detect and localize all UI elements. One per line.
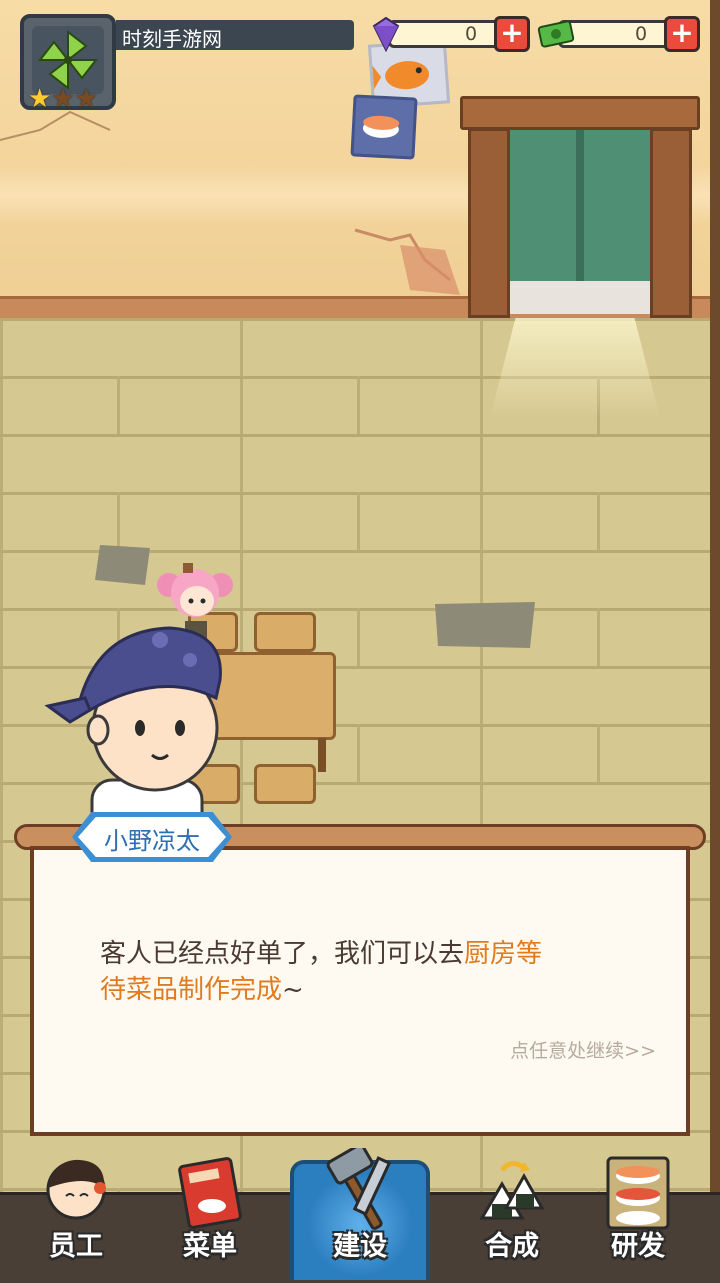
nav-label: 员工 [49,1231,103,1262]
noren-curtain [510,130,650,300]
continue-hint[interactable]: 点任意处继续>> [480,1036,656,1063]
nav-label: 菜单 [183,1231,237,1262]
wave-pattern [34,1002,334,1132]
star-icon: ★ [28,84,52,114]
nav-merge[interactable]: 合成 [452,1148,572,1280]
add-cash-button[interactable]: + [664,16,700,52]
door-light [490,318,660,418]
dialog-text-plain: 客人已经点好单了，我们可以去 [100,939,465,969]
door-frame-left [468,128,510,318]
chef-character [44,626,222,840]
cash-counter: 0 + [536,16,706,52]
table-leg [318,738,326,772]
nav-label: 研发 [611,1231,665,1262]
kitchen-doorway[interactable] [460,96,700,318]
door-gap [510,281,650,314]
dialog-text-plain: ~ [282,975,304,1005]
star-icon: ★ [51,84,75,114]
nav-build[interactable]: 建设 [300,1148,420,1280]
player-name: 时刻手游网 [122,27,222,51]
speaker-name: 小野凉太 [104,827,200,855]
dialog-text: 客人已经点好单了，我们可以去厨房等待菜品制作完成~ [100,936,620,1008]
add-gems-button[interactable]: + [494,16,530,52]
sushi-poster [350,94,418,160]
nav-staff[interactable]: 员工 [16,1148,136,1280]
door-frame-top [460,96,700,130]
speaker-tag: 小野凉太 [72,812,232,862]
nav-label: 建设 [333,1231,387,1262]
cash-icon [537,20,575,48]
wall-hole [95,545,150,585]
gem-counter: 0 + [366,16,530,52]
wall-crack [354,228,460,295]
rating-stars: ★ ★ ★ [28,86,98,112]
nav-menu[interactable]: 菜单 [150,1148,270,1280]
chair [254,612,316,652]
diamond-icon [372,16,400,52]
nav-research[interactable]: 研发 [578,1148,698,1280]
dialog-text-highlight: 厨房等 [464,939,543,969]
sushi-icon [362,115,400,138]
chair [254,764,316,804]
nav-label: 合成 [485,1231,539,1262]
wall-hole [435,602,535,648]
star-icon: ★ [74,84,98,114]
right-pillar [710,0,720,1280]
door-frame-right [650,128,692,318]
dialog-text-highlight: 待菜品制作完成 [100,975,283,1005]
player-name-bar: 时刻手游网 [116,20,354,51]
